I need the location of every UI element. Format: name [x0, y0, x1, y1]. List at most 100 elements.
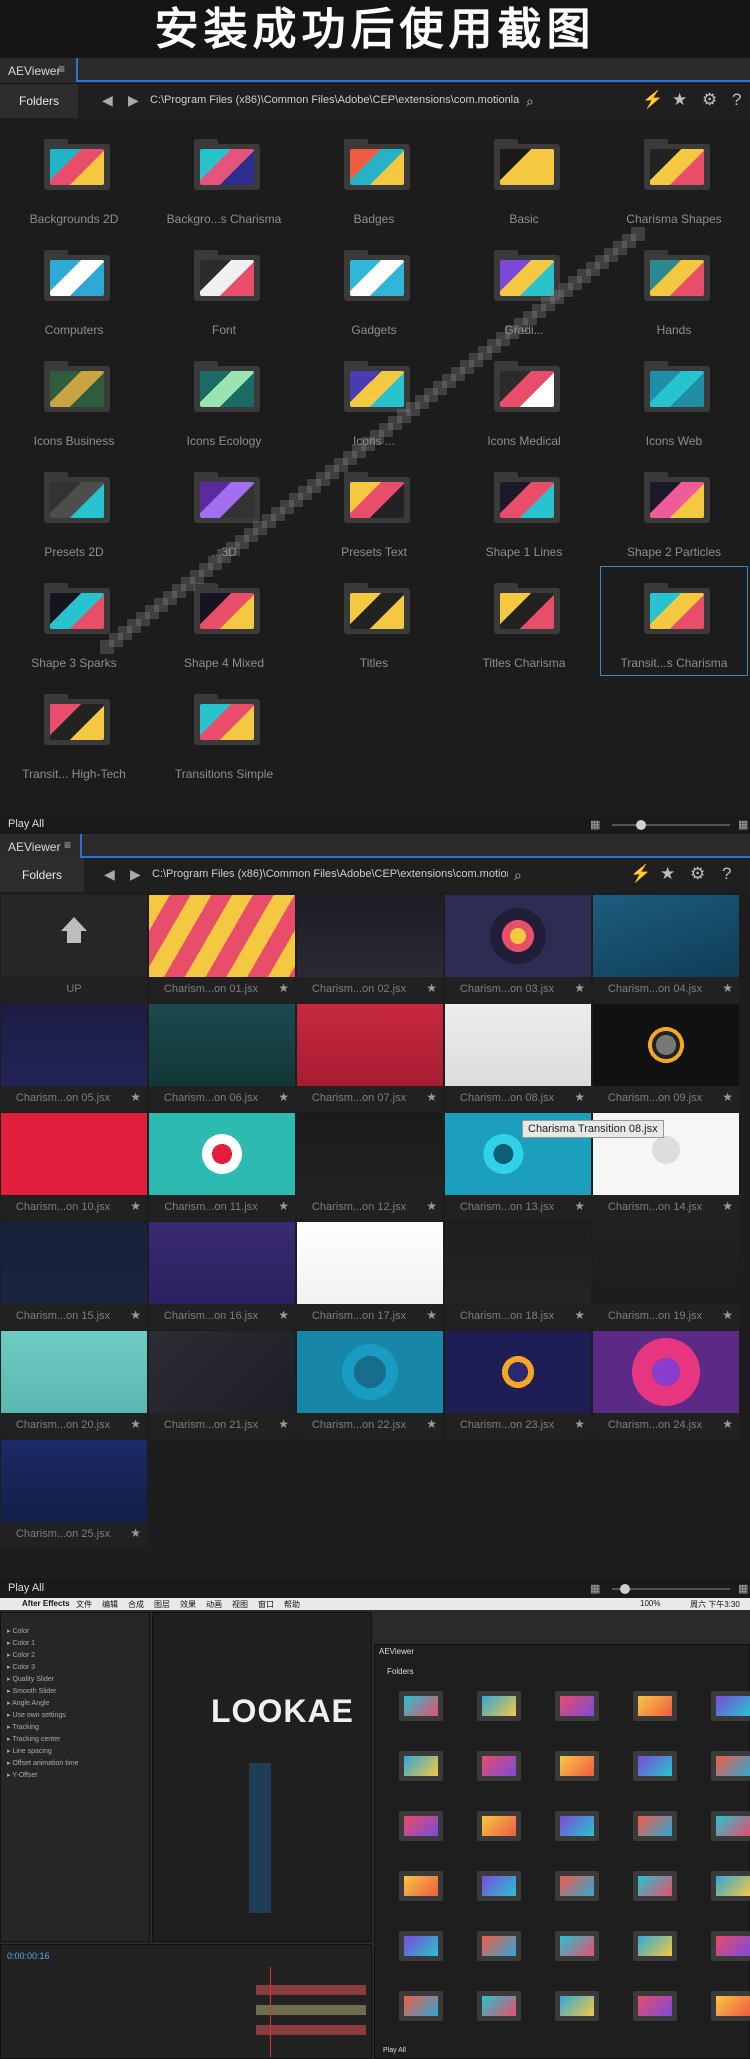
favorite-star-icon[interactable]: ★ [130, 1199, 141, 1213]
folder-icon[interactable] [399, 1871, 443, 1901]
viewer-folders[interactable]: Folders [387, 1667, 414, 1676]
layer-bar[interactable] [256, 2005, 366, 2015]
folders-button[interactable]: Folders [0, 84, 78, 118]
grid-small-icon[interactable]: ▦ [590, 1582, 600, 1595]
script-item[interactable]: Charism...on 21.jsx ★ [149, 1331, 295, 1439]
grid-large-icon[interactable]: ▦ [738, 1582, 748, 1595]
back-arrow-icon[interactable]: ◀ [104, 866, 115, 883]
favorite-star-icon[interactable]: ★ [426, 1308, 437, 1322]
gear-icon[interactable]: ⚙ [690, 864, 705, 884]
folder-icon[interactable] [399, 1751, 443, 1781]
zoom-slider-knob[interactable] [620, 1584, 630, 1594]
favorite-star-icon[interactable]: ★ [722, 981, 733, 995]
folder-icon[interactable] [711, 1871, 750, 1901]
folder-icon[interactable] [477, 1751, 521, 1781]
layer-bar[interactable] [256, 1985, 366, 1995]
effect-property[interactable]: ▸ Y-Offset [7, 1771, 147, 1783]
folder-icon[interactable] [633, 1931, 677, 1961]
effect-property[interactable]: ▸ Color [7, 1627, 147, 1639]
favorite-star-icon[interactable]: ★ [574, 1417, 585, 1431]
folder-item[interactable]: Shape 2 Particles [600, 455, 748, 565]
folder-item[interactable]: Titles [300, 566, 448, 676]
script-item[interactable]: Charism...on 07.jsx ★ [297, 1004, 443, 1112]
script-item[interactable]: Charism...on 06.jsx ★ [149, 1004, 295, 1112]
folder-icon[interactable] [633, 1751, 677, 1781]
folder-item[interactable]: Shape 3 Sparks [0, 566, 148, 676]
grid-small-icon[interactable]: ▦ [590, 818, 600, 831]
effect-property[interactable]: ▸ Color 3 [7, 1663, 147, 1675]
folder-icon[interactable] [711, 1931, 750, 1961]
favorite-star-icon[interactable]: ★ [278, 1417, 289, 1431]
favorite-star-icon[interactable]: ★ [130, 1526, 141, 1540]
gear-icon[interactable]: ⚙ [702, 90, 717, 110]
favorite-star-icon[interactable]: ★ [278, 981, 289, 995]
folder-item[interactable]: Icons Ecology [150, 344, 298, 454]
favorite-star-icon[interactable]: ★ [722, 1417, 733, 1431]
folder-icon[interactable] [711, 1811, 750, 1841]
effect-property[interactable]: ▸ Tracking center [7, 1735, 147, 1747]
favorite-star-icon[interactable]: ★ [130, 1417, 141, 1431]
effect-property[interactable]: ▸ Tracking [7, 1723, 147, 1735]
folder-item[interactable]: Titles Charisma [450, 566, 598, 676]
folder-item[interactable]: Backgrounds 2D [0, 122, 148, 232]
folder-icon[interactable] [711, 1991, 750, 2021]
folder-item[interactable]: Font [150, 233, 298, 343]
script-item[interactable]: Charism...on 01.jsx ★ [149, 895, 295, 1003]
script-item[interactable]: Charism...on 17.jsx ★ [297, 1222, 443, 1330]
timecode[interactable]: 0:00:00:16 [7, 1951, 50, 1961]
favorite-star-icon[interactable]: ★ [574, 1308, 585, 1322]
script-item[interactable]: Charism...on 10.jsx ★ [1, 1113, 147, 1221]
folder-item[interactable]: Icons Business [0, 344, 148, 454]
ae-menu-item[interactable]: 合成 [128, 1599, 144, 1610]
ae-menu-item[interactable]: 编辑 [102, 1599, 118, 1610]
play-all-button[interactable]: Play All [8, 818, 44, 830]
folder-icon[interactable] [633, 1691, 677, 1721]
script-item[interactable]: Charism...on 02.jsx ★ [297, 895, 443, 1003]
script-item[interactable]: Charism...on 19.jsx ★ [593, 1222, 739, 1330]
script-item[interactable]: Charism...on 16.jsx ★ [149, 1222, 295, 1330]
folder-icon[interactable] [477, 1931, 521, 1961]
script-item[interactable]: Charism...on 08.jsx ★ [445, 1004, 591, 1112]
help-icon[interactable]: ? [722, 864, 731, 884]
folder-icon[interactable] [477, 1691, 521, 1721]
favorite-star-icon[interactable]: ★ [574, 981, 585, 995]
up-button[interactable]: UP [1, 895, 147, 1003]
help-icon[interactable]: ? [732, 90, 741, 110]
favorite-star-icon[interactable]: ★ [278, 1199, 289, 1213]
script-item[interactable]: Charism...on 09.jsx ★ [593, 1004, 739, 1112]
play-all-button[interactable]: Play All [8, 1582, 44, 1594]
favorite-star-icon[interactable]: ★ [574, 1090, 585, 1104]
forward-arrow-icon[interactable]: ▶ [130, 866, 141, 883]
folder-icon[interactable] [477, 1871, 521, 1901]
viewer-play-all[interactable]: Play All [383, 2047, 406, 2054]
script-item[interactable]: Charism...on 03.jsx ★ [445, 895, 591, 1003]
folder-icon[interactable] [633, 1991, 677, 2021]
folder-icon[interactable] [633, 1811, 677, 1841]
favorite-star-icon[interactable]: ★ [278, 1308, 289, 1322]
folder-icon[interactable] [477, 1991, 521, 2021]
script-item[interactable]: Charism...on 23.jsx ★ [445, 1331, 591, 1439]
grid-large-icon[interactable]: ▦ [738, 818, 748, 831]
folder-item[interactable]: Transit...s Charisma [600, 566, 748, 676]
zoom-slider[interactable] [612, 824, 730, 826]
folder-item[interactable]: Backgro...s Charisma [150, 122, 298, 232]
folder-icon[interactable] [711, 1751, 750, 1781]
folder-item[interactable]: Gadgets [300, 233, 448, 343]
folder-item[interactable]: Transit... High-Tech [0, 677, 148, 787]
script-item[interactable]: Charism...on 24.jsx ★ [593, 1331, 739, 1439]
favorite-star-icon[interactable]: ★ [722, 1199, 733, 1213]
script-item[interactable]: Charism...on 20.jsx ★ [1, 1331, 147, 1439]
favorite-star-icon[interactable]: ★ [574, 1199, 585, 1213]
ae-menu-item[interactable]: 动画 [206, 1599, 222, 1610]
folder-icon[interactable] [555, 1811, 599, 1841]
script-item[interactable]: Charism...on 04.jsx ★ [593, 895, 739, 1003]
bolt-icon[interactable]: ⚡ [630, 864, 651, 884]
effect-property[interactable]: ▸ Color 1 [7, 1639, 147, 1651]
favorite-star-icon[interactable]: ★ [278, 1090, 289, 1104]
bolt-icon[interactable]: ⚡ [642, 90, 663, 110]
ae-menu-item[interactable]: 视图 [232, 1599, 248, 1610]
ae-menu-item[interactable]: 帮助 [284, 1599, 300, 1610]
folder-icon[interactable] [555, 1991, 599, 2021]
folder-icon[interactable] [399, 1691, 443, 1721]
search-icon[interactable]: ⌕ [514, 867, 522, 884]
